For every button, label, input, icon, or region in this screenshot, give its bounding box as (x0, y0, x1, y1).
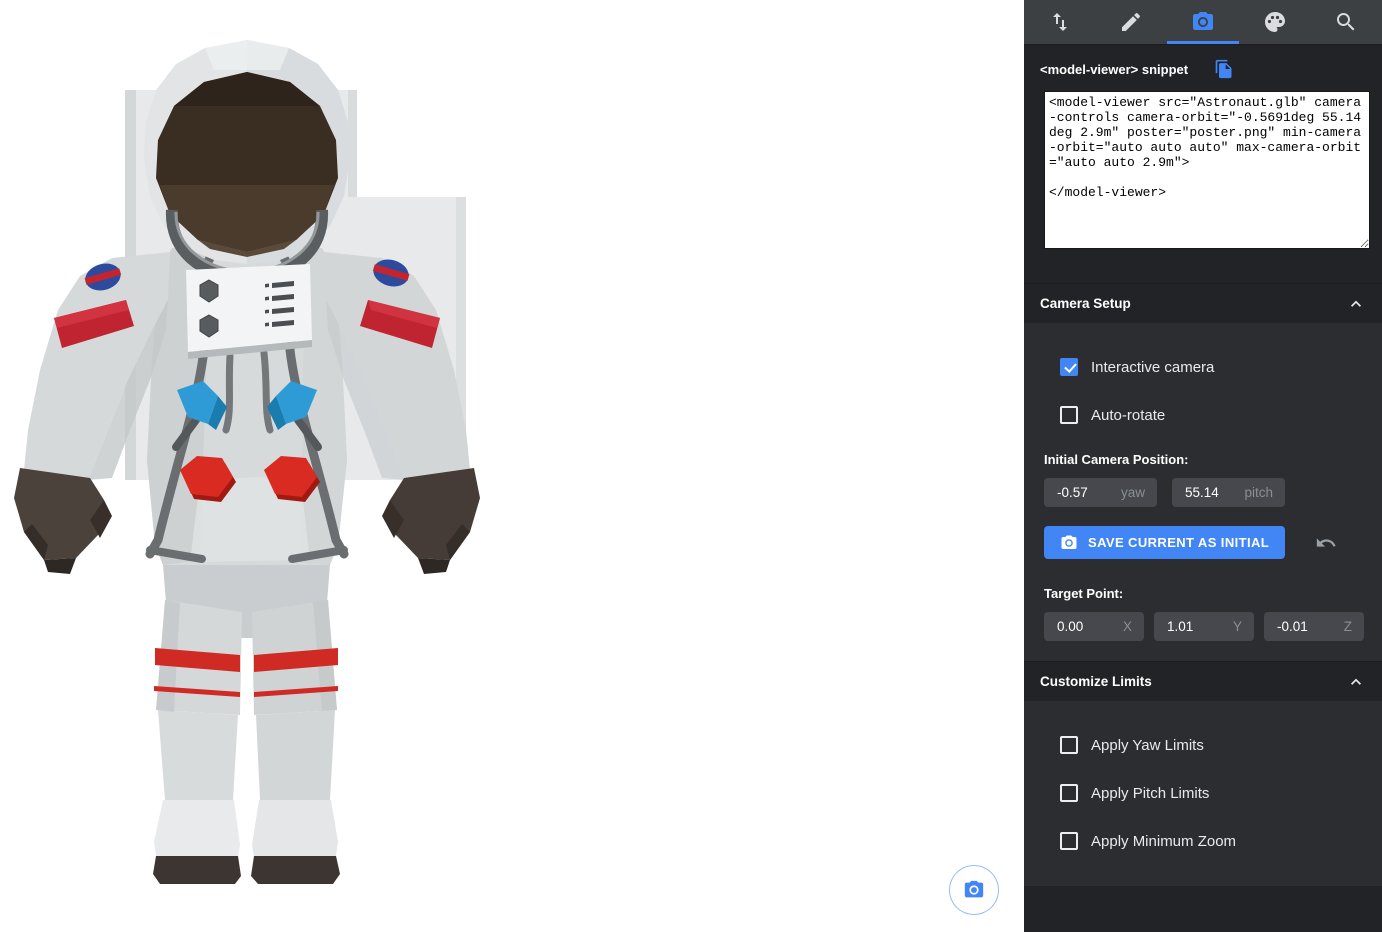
target-x-box: X (1044, 612, 1144, 641)
target-x-suffix: X (1123, 619, 1132, 634)
target-z-suffix: Z (1344, 619, 1352, 634)
customize-limits-title: Customize Limits (1040, 674, 1152, 689)
swap-vertical-icon (1048, 10, 1072, 34)
chevron-up-icon (1346, 672, 1366, 692)
astronaut-legs (153, 600, 340, 884)
apply-yaw-limits-row: Apply Yaw Limits (1060, 736, 1382, 754)
copy-icon (1214, 59, 1234, 79)
target-z-box: Z (1264, 612, 1364, 641)
target-y-input[interactable] (1167, 619, 1219, 634)
auto-rotate-row: Auto-rotate (1060, 406, 1382, 424)
save-current-as-initial-button[interactable]: SAVE CURRENT AS INITIAL (1044, 526, 1285, 559)
snippet-code-textarea[interactable]: <model-viewer src="Astronaut.glb" camera… (1044, 91, 1370, 249)
tab-camera[interactable] (1167, 0, 1239, 44)
pencil-icon (1119, 10, 1143, 34)
target-z-input[interactable] (1277, 619, 1329, 634)
camera-setup-title: Camera Setup (1040, 296, 1131, 311)
save-button-label: SAVE CURRENT AS INITIAL (1088, 535, 1269, 550)
target-point-inputs: X Y Z (1044, 612, 1382, 641)
astronaut-chest-panel (186, 264, 312, 359)
target-point-label: Target Point: (1044, 586, 1382, 601)
editor-panel: <model-viewer> snippet <model-viewer src… (1024, 0, 1382, 932)
pitch-input[interactable] (1185, 485, 1237, 500)
panel-footer (1024, 886, 1382, 932)
apply-pitch-limits-checkbox[interactable] (1060, 784, 1078, 802)
snippet-title: <model-viewer> snippet (1040, 62, 1188, 77)
pitch-input-box: pitch (1172, 478, 1285, 507)
tab-inspect[interactable] (1310, 0, 1382, 44)
camera-setup-section: Interactive camera Auto-rotate Initial C… (1024, 323, 1382, 661)
camera-icon (1060, 534, 1078, 552)
search-icon (1334, 10, 1358, 34)
copy-snippet-button[interactable] (1214, 59, 1234, 79)
target-x-input[interactable] (1057, 619, 1109, 634)
yaw-suffix: yaw (1121, 485, 1145, 500)
tab-file[interactable] (1024, 0, 1096, 44)
astronaut-helmet (144, 40, 350, 278)
astronaut-model (0, 0, 1024, 932)
auto-rotate-label: Auto-rotate (1091, 407, 1165, 424)
target-y-box: Y (1154, 612, 1254, 641)
apply-minimum-zoom-row: Apply Minimum Zoom (1060, 832, 1382, 850)
interactive-camera-checkbox[interactable] (1060, 358, 1078, 376)
capture-fab[interactable] (949, 865, 999, 915)
customize-limits-header[interactable]: Customize Limits (1024, 661, 1382, 701)
toolbar (1024, 0, 1382, 45)
apply-yaw-limits-checkbox[interactable] (1060, 736, 1078, 754)
model-viewport[interactable] (0, 0, 1024, 932)
target-y-suffix: Y (1233, 619, 1242, 634)
snippet-section: <model-viewer> snippet <model-viewer src… (1024, 45, 1382, 283)
customize-limits-section: Apply Yaw Limits Apply Pitch Limits Appl… (1024, 701, 1382, 886)
initial-camera-position-label: Initial Camera Position: (1044, 452, 1382, 467)
apply-yaw-limits-label: Apply Yaw Limits (1091, 737, 1204, 754)
tab-materials[interactable] (1239, 0, 1311, 44)
interactive-camera-row: Interactive camera (1060, 358, 1382, 376)
save-row: SAVE CURRENT AS INITIAL (1044, 526, 1382, 559)
undo-icon (1315, 532, 1337, 554)
chevron-up-icon (1346, 294, 1366, 314)
pitch-suffix: pitch (1244, 485, 1273, 500)
yaw-input[interactable] (1057, 485, 1109, 500)
apply-minimum-zoom-checkbox[interactable] (1060, 832, 1078, 850)
apply-pitch-limits-label: Apply Pitch Limits (1091, 785, 1209, 802)
undo-button[interactable] (1315, 532, 1337, 554)
auto-rotate-checkbox[interactable] (1060, 406, 1078, 424)
initial-camera-position-inputs: yaw pitch (1044, 478, 1382, 507)
camera-icon (1191, 10, 1215, 34)
camera-setup-header[interactable]: Camera Setup (1024, 283, 1382, 323)
yaw-input-box: yaw (1044, 478, 1157, 507)
apply-pitch-limits-row: Apply Pitch Limits (1060, 784, 1382, 802)
palette-icon (1263, 10, 1287, 34)
camera-icon (963, 879, 985, 901)
apply-minimum-zoom-label: Apply Minimum Zoom (1091, 833, 1236, 850)
interactive-camera-label: Interactive camera (1091, 359, 1214, 376)
tab-edit[interactable] (1096, 0, 1168, 44)
